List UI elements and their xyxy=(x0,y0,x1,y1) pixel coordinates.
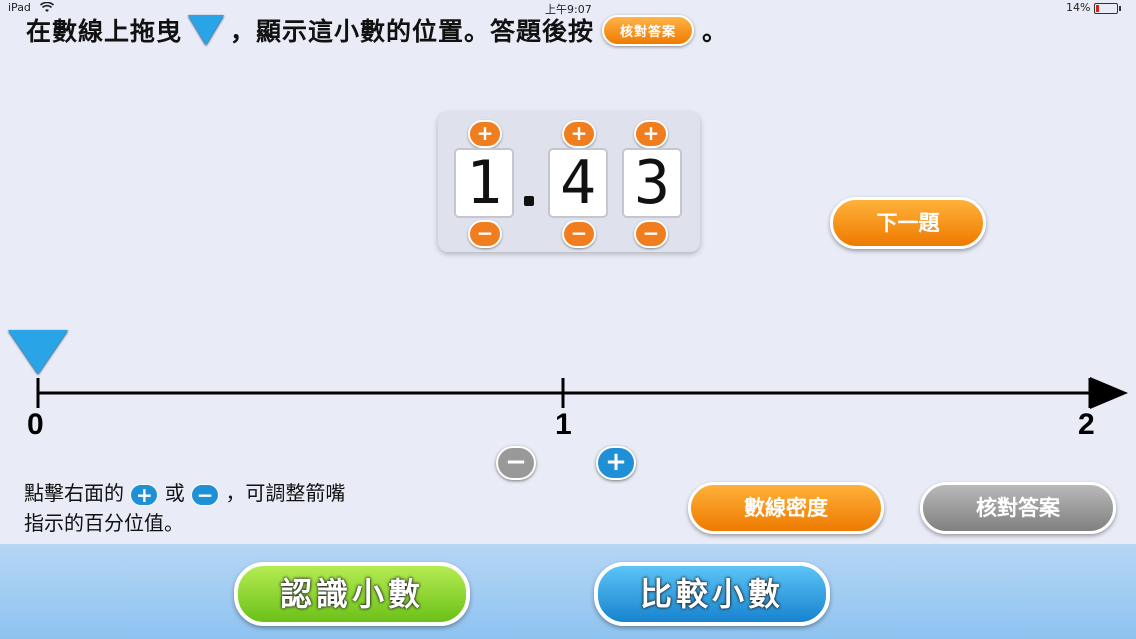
tenths-digit: 4 xyxy=(548,148,608,218)
instruction-text-2: ，顯示這小數的位置。答題後按 xyxy=(230,17,595,46)
battery-icon xyxy=(1094,3,1121,14)
bottom-nav-bar: 認識小數 比較小數 xyxy=(0,544,1136,639)
ones-plus-button[interactable]: + xyxy=(468,120,502,148)
instruction-text-1: 在數線上拖曳 xyxy=(26,17,183,46)
next-question-button[interactable]: 下一題 xyxy=(830,197,986,249)
battery-percent: 14% xyxy=(1066,1,1091,14)
ones-minus-button[interactable]: − xyxy=(468,220,502,248)
help-text-or: 或 xyxy=(164,481,185,505)
number-line-label-2: 2 xyxy=(1078,408,1095,441)
hundredths-minus-button[interactable]: − xyxy=(634,220,668,248)
help-text-line2: 指示的百分位值。 xyxy=(24,511,184,535)
instruction-line: 在數線上拖曳 ，顯示這小數的位置。答題後按 核對答案 。 xyxy=(26,12,728,48)
tenths-plus-button[interactable]: + xyxy=(562,120,596,148)
draggable-pointer-handle[interactable] xyxy=(8,330,68,374)
pointer-triangle-icon xyxy=(188,15,225,45)
number-line-density-button[interactable]: 數線密度 xyxy=(688,482,884,534)
instruction-end: 。 xyxy=(702,17,729,46)
inline-check-answer-badge: 核對答案 xyxy=(602,14,695,46)
help-text-1: 點擊右面的 xyxy=(24,481,124,505)
number-line-label-1: 1 xyxy=(555,408,572,441)
pointer-minus-button[interactable]: − xyxy=(496,446,536,480)
decimal-point xyxy=(524,196,534,206)
learn-decimals-button[interactable]: 認識小數 xyxy=(234,562,470,626)
check-answer-button[interactable]: 核對答案 xyxy=(920,482,1116,534)
help-text: 點擊右面的 + 或 − ，可調整箭嘴 指示的百分位值。 xyxy=(24,478,345,538)
number-line-label-0: 0 xyxy=(27,408,44,441)
pointer-plus-button[interactable]: + xyxy=(596,446,636,480)
hundredths-digit: 3 xyxy=(622,148,682,218)
plus-icon: + xyxy=(130,483,159,506)
help-text-2: ，可調整箭嘴 xyxy=(225,481,346,505)
hundredths-plus-button[interactable]: + xyxy=(634,120,668,148)
decimal-display-panel: + + + 1 4 3 − − − xyxy=(438,112,700,252)
ones-digit: 1 xyxy=(454,148,514,218)
minus-icon: − xyxy=(191,483,220,506)
tenths-minus-button[interactable]: − xyxy=(562,220,596,248)
compare-decimals-button[interactable]: 比較小數 xyxy=(594,562,830,626)
number-line-arrowhead xyxy=(1090,377,1128,409)
